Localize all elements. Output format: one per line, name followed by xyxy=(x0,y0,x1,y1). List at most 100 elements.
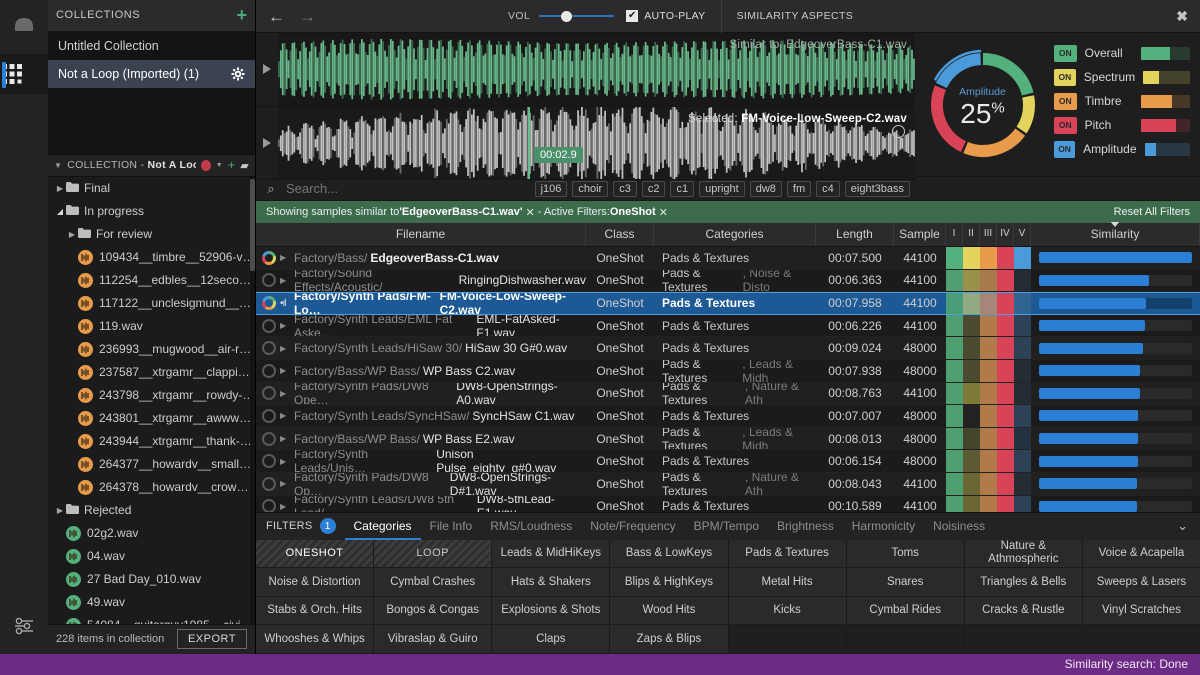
aspect-toggle-spectrum[interactable]: ON xyxy=(1054,69,1076,86)
playing-icon[interactable]: •ıl xyxy=(280,298,294,309)
table-row[interactable]: ▶Factory/Synth Leads/EML Fat Aske…EML-Fa… xyxy=(256,315,1200,338)
filter-tab-file-info[interactable]: File Info xyxy=(421,513,482,540)
autoplay-toggle[interactable]: ✔ AUTO-PLAY xyxy=(626,10,705,22)
table-row[interactable]: ▶Factory/Synth Pads/DW8 Op…DW8-OpenStrin… xyxy=(256,473,1200,496)
play-row-icon[interactable]: ▶ xyxy=(280,434,294,443)
tree-file-row[interactable]: 264378__howardv__crowd… xyxy=(48,476,255,499)
row-aspect-ring-icon[interactable] xyxy=(262,432,276,446)
similarity-donut-chart[interactable]: Amplitude 25% xyxy=(924,46,1042,164)
aspect-weight-slider[interactable] xyxy=(1141,119,1190,132)
category-filter-cell[interactable]: LOOP xyxy=(374,540,491,568)
filter-tab-harmonicity[interactable]: Harmonicity xyxy=(843,513,924,540)
table-row[interactable]: ▶Factory/Bass/WP Bass/WP Bass C2.wavOneS… xyxy=(256,360,1200,383)
aspect-weight-slider[interactable] xyxy=(1141,95,1190,108)
row-aspect-ring-icon[interactable] xyxy=(262,251,276,265)
search-tag[interactable]: fm xyxy=(787,181,811,197)
caret-down-icon[interactable]: ◢ xyxy=(54,207,66,216)
row-aspect-ring-icon[interactable] xyxy=(262,499,276,511)
category-filter-cell[interactable]: Kicks xyxy=(729,597,846,625)
category-filter-cell[interactable]: Toms xyxy=(847,540,964,568)
play-row-icon[interactable]: ▶ xyxy=(280,276,294,285)
clear-filter-icon[interactable]: ✕ xyxy=(659,206,668,219)
row-aspect-ring-icon[interactable] xyxy=(262,409,276,423)
table-row[interactable]: ▶Factory/Synth Leads/HiSaw 30/HiSaw 30 G… xyxy=(256,337,1200,360)
tree-file-row[interactable]: 27 Bad Day_010.wav xyxy=(48,568,255,591)
play-row-icon[interactable]: ▶ xyxy=(280,366,294,375)
color-dropdown-icon[interactable]: ▼ xyxy=(216,162,223,169)
export-button[interactable]: EXPORT xyxy=(177,629,247,649)
table-row[interactable]: ▶Factory/Synth Leads/DW8 5th Lead/DW8-5t… xyxy=(256,496,1200,512)
settings-sliders-icon[interactable] xyxy=(0,606,48,646)
search-tag[interactable]: c4 xyxy=(816,181,840,197)
tree-file-row[interactable]: 49.wav xyxy=(48,591,255,614)
aspect-toggle-pitch[interactable]: ON xyxy=(1054,117,1077,134)
category-filter-cell[interactable]: Bongos & Congas xyxy=(374,597,491,625)
gear-icon[interactable] xyxy=(231,67,245,81)
play-row-icon[interactable]: ▶ xyxy=(280,253,294,262)
category-filter-cell[interactable]: Bass & LowKeys xyxy=(610,540,727,568)
row-aspect-ring-icon[interactable] xyxy=(262,386,276,400)
column-header-aspect-5[interactable]: V xyxy=(1014,222,1031,246)
category-filter-cell[interactable]: Vibraslap & Guiro xyxy=(374,625,491,653)
play-row-icon[interactable]: ▶ xyxy=(280,389,294,398)
row-aspect-ring-icon[interactable] xyxy=(262,273,276,287)
row-aspect-ring-icon[interactable] xyxy=(262,364,276,378)
add-collection-icon[interactable]: + xyxy=(236,6,247,24)
table-row[interactable]: ▶Factory/Bass/EdgeoverBass-C1.wavOneShot… xyxy=(256,247,1200,270)
search-tag[interactable]: c1 xyxy=(670,181,694,197)
play-similar-button[interactable] xyxy=(256,33,278,106)
aspect-toggle-amplitude[interactable]: ON xyxy=(1054,141,1075,158)
playhead[interactable] xyxy=(528,107,530,180)
row-aspect-ring-icon[interactable] xyxy=(262,319,276,333)
category-filter-cell[interactable]: Leads & MidHiKeys xyxy=(492,540,609,568)
category-filter-cell[interactable]: Hats & Shakers xyxy=(492,568,609,596)
tree-folder-row[interactable]: ▶Final xyxy=(48,177,255,200)
search-tag[interactable]: c2 xyxy=(642,181,666,197)
search-tag[interactable]: c3 xyxy=(613,181,637,197)
tree-file-row[interactable]: 237587__xtrgamr__clappin… xyxy=(48,361,255,384)
collection-item[interactable]: Untitled Collection xyxy=(48,32,255,60)
category-filter-cell[interactable]: Cymbal Crashes xyxy=(374,568,491,596)
column-header-aspect-4[interactable]: IV xyxy=(997,222,1014,246)
table-row[interactable]: •ılFactory/Synth Pads/FM-Lo…FM-Voice-Low… xyxy=(256,292,1200,315)
filter-tab-noisiness[interactable]: Noisiness xyxy=(924,513,994,540)
collapse-caret-icon[interactable]: ▼ xyxy=(54,161,62,170)
tree-file-row[interactable]: 109434__timbre__52906-vl… xyxy=(48,246,255,269)
tree-file-row[interactable]: 243798__xtrgamr__rowdy-… xyxy=(48,384,255,407)
tree-folder-row[interactable]: ◢In progress xyxy=(48,200,255,223)
folder-icon[interactable]: ▰ xyxy=(240,159,249,172)
category-filter-cell[interactable]: Cracks & Rustle xyxy=(965,597,1082,625)
row-aspect-ring-icon[interactable] xyxy=(262,341,276,355)
column-header-similarity[interactable]: Similarity xyxy=(1031,222,1200,246)
tree-folder-row[interactable]: ▶Rejected xyxy=(48,499,255,522)
tree-file-row[interactable]: 117122__unclesigmund__s… xyxy=(48,292,255,315)
color-tag-icon[interactable] xyxy=(201,160,211,171)
play-row-icon[interactable]: ▶ xyxy=(280,344,294,353)
filter-tab-brightness[interactable]: Brightness xyxy=(768,513,843,540)
tree-file-row[interactable]: 264377__howardv__small-… xyxy=(48,453,255,476)
waveform-similar[interactable]: Similar to: EdgeoverBass-C1.wav xyxy=(278,33,915,106)
back-arrow-icon[interactable]: ← xyxy=(268,8,285,25)
table-row[interactable]: ▶Factory/Synth Leads/SyncHSaw/SyncHSaw C… xyxy=(256,405,1200,428)
autoplay-checkbox[interactable]: ✔ xyxy=(626,10,638,22)
table-row[interactable]: ▶Factory/Synth Leads/Unis…Unison Pulse_e… xyxy=(256,450,1200,473)
aspect-weight-slider[interactable] xyxy=(1141,47,1190,60)
clear-similarity-icon[interactable]: ✕ xyxy=(526,206,535,219)
search-tag[interactable]: eight3bass xyxy=(845,181,910,197)
play-selected-button[interactable] xyxy=(256,107,278,180)
row-aspect-ring-icon[interactable] xyxy=(262,454,276,468)
category-filter-cell[interactable]: Stabs & Orch. Hits xyxy=(256,597,373,625)
aspect-weight-slider[interactable] xyxy=(1143,71,1190,84)
search-tag[interactable]: j106 xyxy=(535,181,568,197)
collection-item[interactable]: Not a Loop (Imported) (1) xyxy=(48,60,255,88)
tree-file-row[interactable]: 112254__edbles__12secon… xyxy=(48,269,255,292)
aspect-toggle-timbre[interactable]: ON xyxy=(1054,93,1077,110)
category-filter-cell[interactable]: Noise & Distortion xyxy=(256,568,373,596)
category-filter-cell[interactable]: Vinyl Scratches xyxy=(1083,597,1200,625)
search-tag[interactable]: upright xyxy=(699,181,745,197)
category-filter-cell[interactable]: Cymbal Rides xyxy=(847,597,964,625)
category-filter-cell[interactable]: Explosions & Shots xyxy=(492,597,609,625)
tree-file-row[interactable]: 02g2.wav xyxy=(48,522,255,545)
volume-slider[interactable] xyxy=(539,9,614,23)
table-row[interactable]: ▶Factory/Synth Pads/DW8 Ope…DW8-OpenStri… xyxy=(256,383,1200,406)
